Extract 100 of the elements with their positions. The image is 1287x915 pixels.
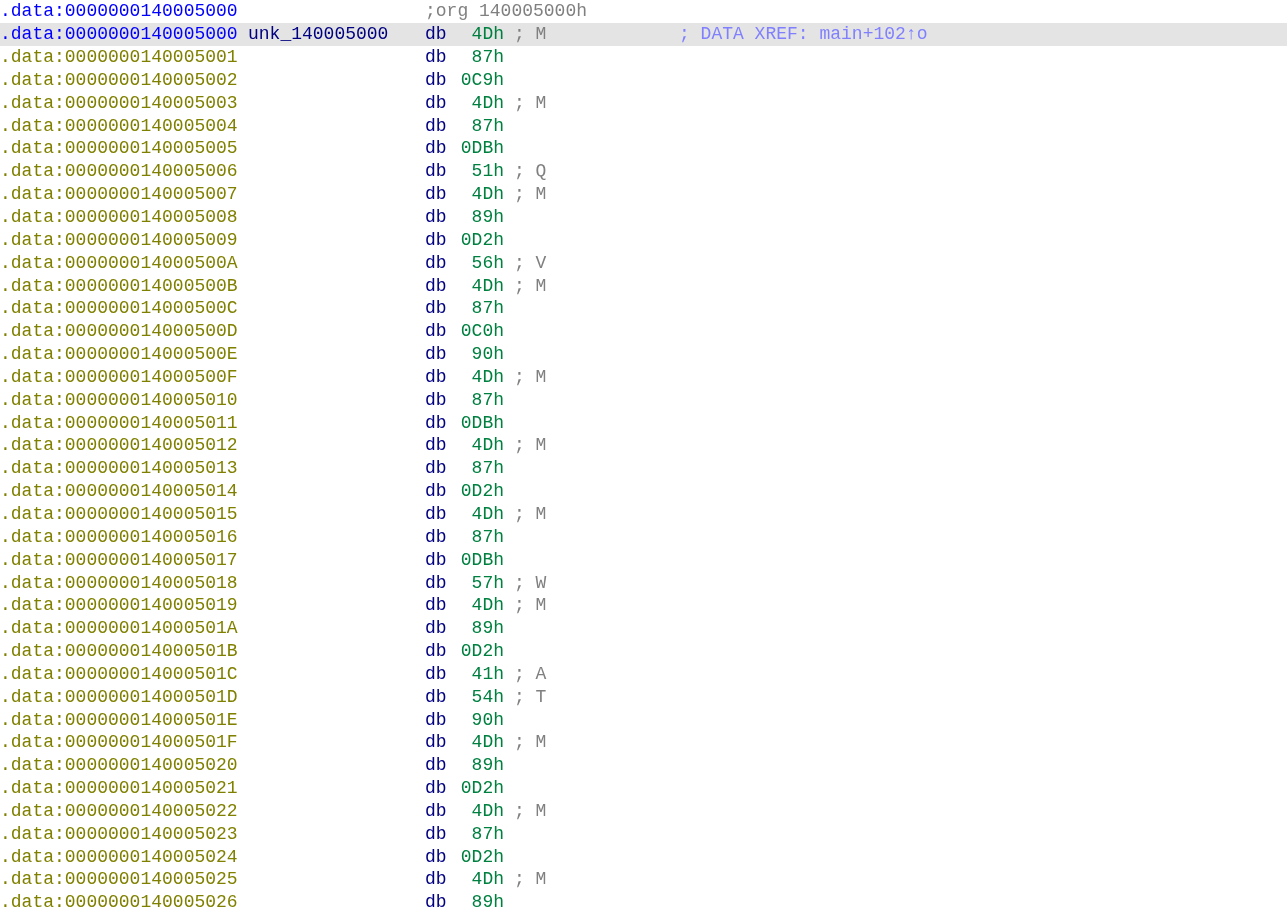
mnemonic-text: db xyxy=(425,846,447,867)
char-comment: ; M xyxy=(514,504,547,524)
operand-value: 4Dh xyxy=(471,276,504,295)
mnemonic-text: db xyxy=(425,595,447,616)
mnemonic-text: db xyxy=(425,504,447,524)
char-comment: ; M xyxy=(514,435,547,456)
operand-value: 87h xyxy=(471,299,504,318)
mnemonic-text: db xyxy=(425,641,447,662)
address-text: .data:0000000140005021 xyxy=(0,778,238,799)
address-text: .data:0000000140005017 xyxy=(0,549,238,570)
char-comment: ; W xyxy=(514,572,547,593)
mnemonic-text: db xyxy=(425,138,447,159)
label-name: unk_140005000 xyxy=(248,24,389,45)
char-comment: ; M xyxy=(514,24,547,45)
address-text: .data:0000000140005013 xyxy=(0,458,238,479)
mnemonic-text: db xyxy=(425,572,447,593)
address-text: .data:000000014000500F xyxy=(0,366,238,387)
operand-value: 57h xyxy=(471,573,504,592)
char-comment: ; M xyxy=(514,275,547,296)
mnemonic-text: db xyxy=(425,161,447,182)
char-comment: ; M xyxy=(514,366,547,387)
mnemonic-text: db xyxy=(425,709,447,730)
address-text: .data:0000000140005019 xyxy=(0,595,238,616)
address-text: .data:0000000140005018 xyxy=(0,572,238,593)
selected-line-highlight[interactable]: .data:0000000140005000 unk_140005000 db 4Dh ; M ; DATA XREF: main+102↑o xyxy=(0,22,1287,46)
operand-value: 4Dh xyxy=(471,870,504,889)
address-text: .data:0000000140005026 xyxy=(0,892,238,913)
mnemonic-text: db xyxy=(425,800,447,821)
mnemonic-text: db xyxy=(425,321,447,342)
operand-value: 4Dh xyxy=(471,185,504,204)
mnemonic-text: db xyxy=(425,47,447,68)
mnemonic-text: db xyxy=(425,778,447,799)
address-text: .data:000000014000500C xyxy=(0,298,238,319)
mnemonic-text: db xyxy=(425,412,447,433)
char-comment: ; M xyxy=(514,732,547,753)
operand-value: 0DBh xyxy=(460,139,504,158)
operand-value: 87h xyxy=(471,824,504,843)
address-text: .data:0000000140005000 xyxy=(0,1,238,22)
mnemonic-text: db xyxy=(425,458,447,479)
xref-comment: ; DATA XREF: main+102↑o xyxy=(679,25,928,44)
operand-value: 56h xyxy=(471,253,504,272)
address-text: .data:0000000140005006 xyxy=(0,161,238,182)
mnemonic-text: db xyxy=(425,549,447,570)
operand-value: 87h xyxy=(471,48,504,67)
mnemonic-text: db xyxy=(425,435,447,456)
address-text: .data:000000014000501A xyxy=(0,618,238,639)
mnemonic-text: db xyxy=(425,366,447,387)
mnemonic-text: db xyxy=(425,69,447,90)
address-text: .data:000000014000500D xyxy=(0,321,238,342)
address-text: .data:0000000140005010 xyxy=(0,389,238,410)
address-text: .data:0000000140005009 xyxy=(0,229,238,250)
address-text: .data:000000014000501C xyxy=(0,663,238,684)
operand-value: 0D2h xyxy=(460,230,504,249)
operand-value: 4Dh xyxy=(471,436,504,455)
mnemonic-text: db xyxy=(425,298,447,319)
mnemonic-text: db xyxy=(425,618,447,639)
address-text: .data:0000000140005003 xyxy=(0,92,238,113)
operand-value: 4Dh xyxy=(471,25,504,44)
mnemonic-text: db xyxy=(425,869,447,890)
operand-value: 4Dh xyxy=(471,733,504,752)
mnemonic-text: db xyxy=(425,207,447,227)
mnemonic-text: db xyxy=(425,115,447,136)
mnemonic-text: db xyxy=(425,24,447,45)
operand-value: 87h xyxy=(471,459,504,478)
operand-value: 89h xyxy=(471,208,504,226)
mnemonic-text: db xyxy=(425,481,447,502)
address-text: .data:0000000140005001 xyxy=(0,47,238,68)
char-comment: ; T xyxy=(514,686,547,707)
address-text: .data:0000000140005008 xyxy=(0,207,238,227)
mnemonic-text: db xyxy=(425,184,447,205)
operand-value: 90h xyxy=(471,710,504,729)
address-text: .data:000000014000500E xyxy=(0,344,238,365)
mnemonic-text: db xyxy=(425,892,447,913)
operand-value: 0D2h xyxy=(460,642,504,661)
operand-value: 0DBh xyxy=(460,413,504,432)
operand-value: 54h xyxy=(471,687,504,706)
char-comment: ; M xyxy=(514,800,547,821)
address-text: .data:000000014000500B xyxy=(0,275,238,296)
operand-value: 4Dh xyxy=(471,505,504,523)
mnemonic-text: db xyxy=(425,252,447,273)
char-comment: ; M xyxy=(514,869,547,890)
address-text: .data:0000000140005022 xyxy=(0,800,238,821)
mnemonic-text: db xyxy=(425,686,447,707)
operand-value: 89h xyxy=(471,893,504,912)
char-comment: ; V xyxy=(514,252,547,273)
mnemonic-text: db xyxy=(425,823,447,844)
operand-value: 89h xyxy=(471,756,504,775)
mnemonic-text: db xyxy=(425,344,447,365)
address-text: .data:000000014000501D xyxy=(0,686,238,707)
address-text: .data:0000000140005000 xyxy=(0,24,238,45)
operand-value: 4Dh xyxy=(471,93,504,112)
mnemonic-text: db xyxy=(425,229,447,250)
operand-value: 0C0h xyxy=(460,322,504,341)
mnemonic-text: db xyxy=(425,526,447,547)
operand-value: 4Dh xyxy=(471,367,504,386)
address-text: .data:000000014000500A xyxy=(0,252,238,273)
char-comment: ; M xyxy=(514,595,547,616)
char-comment: ; M xyxy=(514,92,547,113)
address-text: .data:0000000140005012 xyxy=(0,435,238,456)
char-comment: ; A xyxy=(514,663,547,684)
